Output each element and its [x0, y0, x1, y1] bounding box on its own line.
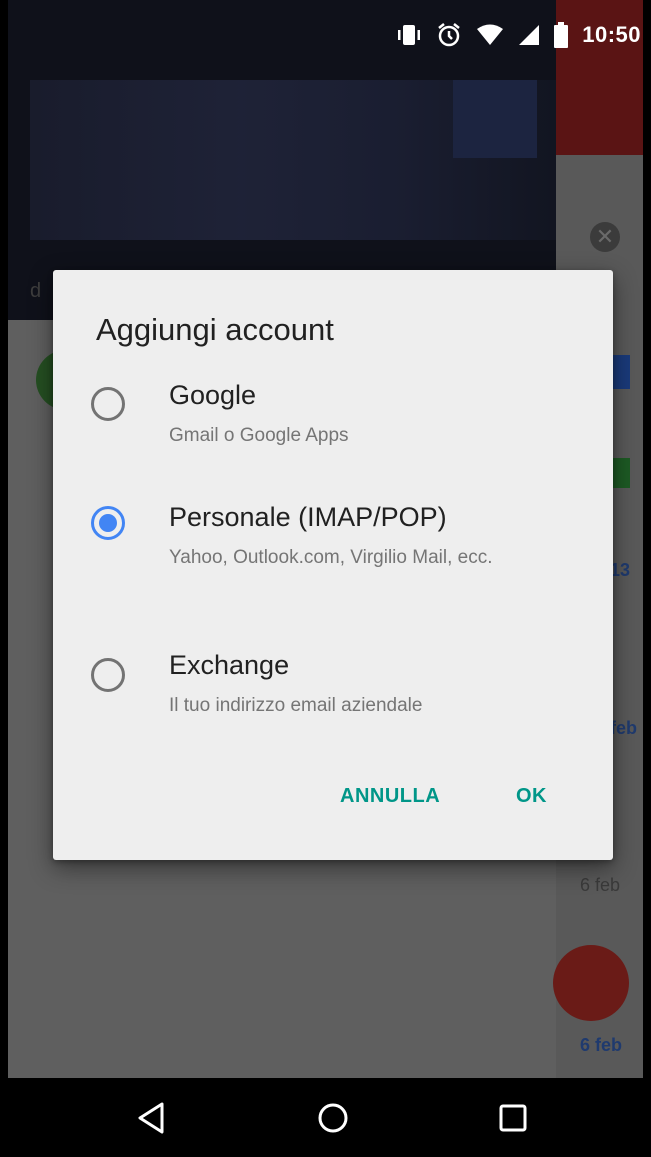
option-subtitle: Gmail o Google Apps [169, 425, 349, 446]
email-date: feb [610, 718, 637, 738]
radio-button-exchange[interactable] [91, 658, 125, 692]
home-icon[interactable] [315, 1100, 351, 1136]
battery-icon [554, 22, 569, 48]
option-label: Exchange [169, 650, 290, 680]
radio-button-google[interactable] [91, 387, 125, 421]
email-date: 6 feb [580, 875, 621, 895]
back-icon[interactable] [134, 1100, 170, 1136]
wifi-icon [476, 24, 504, 46]
option-label: Personale (IMAP/POP) [169, 502, 447, 532]
ok-button[interactable]: OK [516, 785, 547, 808]
signal-icon [518, 24, 540, 46]
dialog-title: Aggiungi account [96, 312, 334, 347]
vibrate-icon [396, 24, 422, 46]
drawer-account-initial: d [30, 280, 42, 302]
option-personale-imap-pop[interactable]: Personale (IMAP/POP) Yahoo, Outlook.com,… [53, 502, 613, 612]
screen: d ✕ 13 feb 6 feb 6 feb 10:50 Aggiungi ac… [8, 0, 643, 1157]
option-exchange[interactable]: Exchange Il tuo indirizzo email aziendal… [53, 650, 613, 760]
option-label: Google [169, 380, 257, 410]
radio-button-personale[interactable] [91, 506, 125, 540]
option-google[interactable]: Google Gmail o Google Apps [53, 380, 613, 490]
email-date: 13 [610, 560, 631, 580]
clock: 10:50 [582, 22, 641, 47]
alarm-icon [436, 22, 462, 48]
navigation-bar [0, 1078, 651, 1157]
email-date: 6 feb [580, 1035, 623, 1055]
close-icon: ✕ [590, 222, 620, 252]
account-switcher-thumbnail [453, 80, 537, 158]
option-subtitle: Il tuo indirizzo email aziendale [169, 695, 423, 716]
option-subtitle: Yahoo, Outlook.com, Virgilio Mail, ecc. [169, 547, 493, 568]
add-account-dialog: Aggiungi account Google Gmail o Google A… [53, 270, 613, 860]
compose-button [553, 945, 629, 1021]
recents-icon[interactable] [495, 1100, 531, 1136]
cancel-button[interactable]: ANNULLA [340, 785, 440, 808]
status-bar: 10:50 [8, 0, 643, 70]
